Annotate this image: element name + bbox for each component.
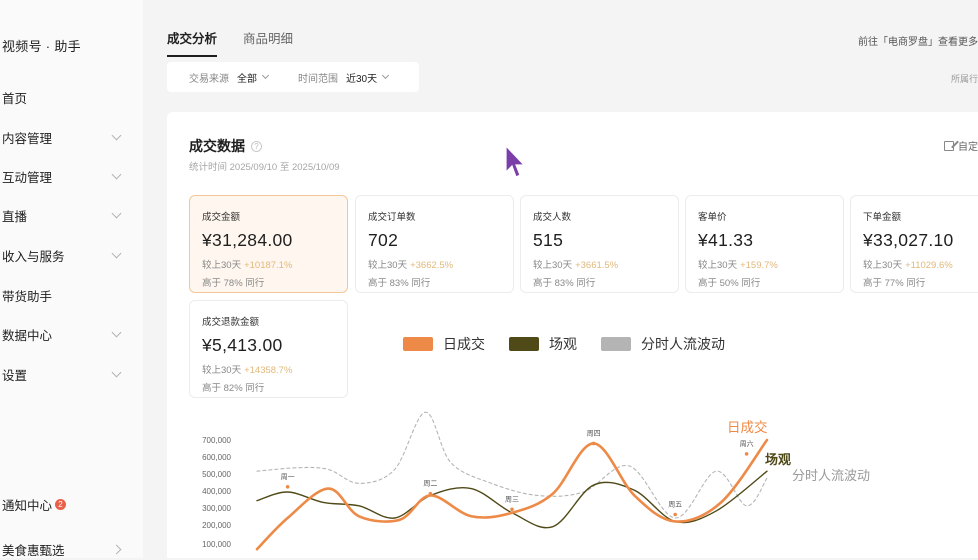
sidebar-item-label: 互动管理 <box>2 170 53 185</box>
data-point <box>744 452 749 456</box>
chevron-down-icon <box>111 327 122 337</box>
sidebar-item-label: 数据中心 <box>2 328 53 343</box>
sidebar-item-live[interactable]: 直播 <box>2 204 122 226</box>
y-tick-label: 600,000 <box>202 453 231 462</box>
data-point <box>428 491 433 496</box>
data-point <box>285 485 290 489</box>
point-label: 周一 <box>281 473 295 481</box>
notification-badge: 2 <box>55 498 67 510</box>
chevron-down-icon <box>111 130 122 140</box>
series-line-daily-deal <box>255 438 769 551</box>
chevron-down-icon <box>261 71 270 80</box>
sidebar-item-label: 通知中心 <box>2 498 53 513</box>
mouse-cursor-icon <box>505 144 526 178</box>
deal-data-card: 成交数据 ? 统计时间 2025/09/10 至 2025/10/09 自定 成… <box>167 112 978 558</box>
chevron-down-icon <box>111 248 122 258</box>
y-tick-label: 700,000 <box>202 436 231 445</box>
sidebar-item-settings[interactable]: 设置 <box>2 363 122 385</box>
point-label: 周六 <box>740 439 754 448</box>
account-name: 美食惠甄选 <box>2 543 65 558</box>
account-switcher[interactable]: 美食惠甄选 <box>2 538 122 560</box>
sidebar-item-sales-assistant[interactable]: 带货助手 <box>2 284 120 306</box>
data-point <box>591 441 596 446</box>
sidebar-item-label: 直播 <box>2 209 28 224</box>
deal-trend-chart: 700,000 600,000 500,000 400,000 300,000 200,0… <box>202 411 870 551</box>
sidebar-item-interaction[interactable]: 互动管理 <box>2 165 122 187</box>
range-filter[interactable]: 时间范围 近30天 <box>298 70 390 85</box>
chevron-right-icon <box>111 544 122 554</box>
data-point <box>510 507 514 512</box>
tab-product-detail[interactable]: 商品明细 <box>243 28 293 57</box>
sidebar-item-content[interactable]: 内容管理 <box>2 126 122 148</box>
sidebar-item-label: 首页 <box>2 91 28 106</box>
tab-deal-analysis[interactable]: 成交分析 <box>167 28 218 57</box>
brand-title: 视频号 · 助手 <box>2 39 81 54</box>
compass-link[interactable]: 前往「电商罗盘」查看更多 <box>858 33 978 48</box>
chevron-down-icon <box>382 71 390 80</box>
sidebar: 视频号 · 助手 首页 内容管理 互动管理 直播 收入与服务 带货助手 数据中心… <box>0 0 143 558</box>
sidebar-item-data-center[interactable]: 数据中心 <box>2 323 122 345</box>
industry-tag[interactable]: 所属行 <box>951 72 978 85</box>
source-filter-label: 交易来源 <box>189 73 229 85</box>
main-content: 成交分析 商品明细 前往「电商罗盘」查看更多 交易来源 全部 时间范围 近30天… <box>143 0 978 558</box>
range-filter-value: 近30天 <box>346 73 378 85</box>
sidebar-item-income[interactable]: 收入与服务 <box>2 244 122 266</box>
chevron-down-icon <box>111 169 122 179</box>
point-label: 周二 <box>423 480 437 488</box>
sidebar-item-notifications[interactable]: 通知中心 2 <box>2 493 120 515</box>
filter-bar: 交易来源 全部 时间范围 近30天 <box>167 62 419 92</box>
sidebar-item-label: 内容管理 <box>2 131 53 146</box>
chevron-down-icon <box>111 208 122 218</box>
y-tick-label: 100,000 <box>202 540 231 549</box>
point-label: 周三 <box>505 495 519 503</box>
sidebar-item-label: 带货助手 <box>2 289 53 304</box>
sidebar-item-home[interactable]: 首页 <box>2 86 120 108</box>
point-label: 周五 <box>668 501 682 509</box>
sidebar-item-label: 收入与服务 <box>2 249 65 264</box>
source-filter-value: 全部 <box>237 73 257 85</box>
end-label-traffic: 分时人流波动 <box>792 468 870 483</box>
data-point <box>673 512 677 517</box>
tab-bar: 成交分析 商品明细 <box>167 28 293 57</box>
end-label-daily-deal: 日成交 <box>727 419 768 435</box>
y-tick-label: 200,000 <box>202 521 231 530</box>
range-filter-label: 时间范围 <box>298 73 338 85</box>
sidebar-item-label: 设置 <box>2 368 28 383</box>
y-tick-label: 500,000 <box>202 470 231 479</box>
y-tick-label: 300,000 <box>202 504 231 513</box>
y-tick-label: 400,000 <box>202 487 231 496</box>
source-filter[interactable]: 交易来源 全部 <box>189 70 270 85</box>
point-label: 周四 <box>587 429 601 437</box>
end-label-views: 场观 <box>765 452 791 467</box>
chevron-down-icon <box>111 367 122 377</box>
